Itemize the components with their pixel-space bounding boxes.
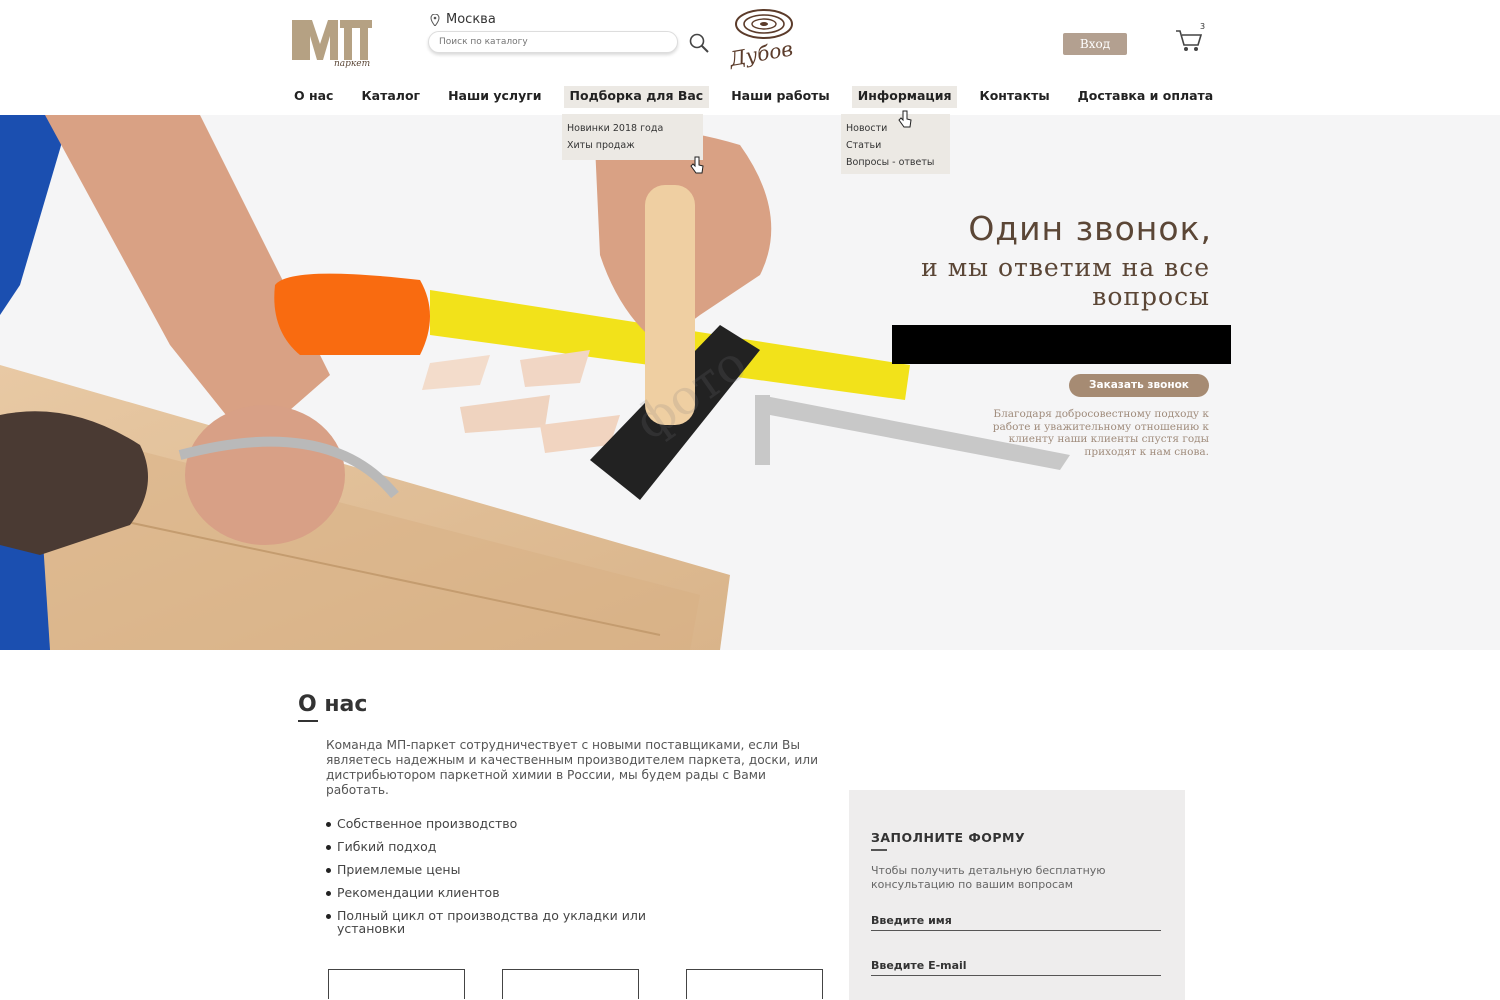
name-field[interactable]	[871, 911, 1161, 931]
redacted-phone	[892, 325, 1231, 364]
dropdown-item-bestsellers[interactable]: Хиты продаж	[567, 137, 697, 154]
hero-description: Благодаря добросовестному подходу к рабо…	[992, 408, 1209, 458]
dropdown-item-new-2018[interactable]: Новинки 2018 года	[567, 120, 697, 137]
dropdown-info: Новости Статьи Вопросы - ответы	[841, 114, 950, 174]
hero-banner: фото Один звонок, и мы ответим на все во…	[0, 115, 1500, 650]
list-item: Рекомендации клиентов	[326, 886, 666, 899]
feature-card[interactable]	[502, 969, 639, 999]
hero-title: Один звонок,	[968, 209, 1212, 248]
location-pin-icon	[430, 13, 440, 26]
dropdown-selection: Новинки 2018 года Хиты продаж	[562, 114, 703, 160]
cursor-pointer-icon	[690, 156, 704, 174]
login-button[interactable]: Вход	[1063, 33, 1127, 55]
list-item: Гибкий подход	[326, 840, 666, 853]
nav-item-selection[interactable]: Подборка для Вас	[563, 86, 710, 108]
about-text: Команда МП-паркет сотрудничествует с нов…	[326, 738, 819, 797]
feature-card[interactable]	[686, 969, 823, 999]
nav-item-catalog[interactable]: Каталог	[355, 86, 426, 108]
cart-count-badge: 3	[1200, 22, 1206, 31]
email-field[interactable]	[871, 956, 1161, 976]
brand-name: Дубов	[727, 36, 795, 71]
dropdown-item-faq[interactable]: Вопросы - ответы	[846, 154, 944, 171]
nav-item-info[interactable]: Информация	[851, 86, 958, 108]
nav-item-about[interactable]: О нас	[288, 86, 339, 108]
about-title-underline	[298, 720, 318, 722]
brand-logo-dubov[interactable]: Дубов	[724, 4, 798, 74]
hero-subtitle: и мы ответим на все вопросы	[921, 253, 1210, 311]
about-benefits-list: Собственное производство Гибкий подход П…	[326, 817, 666, 945]
logo[interactable]: паркет	[290, 14, 376, 70]
city-label: Москва	[446, 12, 496, 27]
feature-card[interactable]	[328, 969, 465, 999]
about-title: О нас	[298, 692, 368, 717]
main-nav: О нас Каталог Наши услуги Подборка для В…	[288, 86, 1235, 108]
nav-item-delivery[interactable]: Доставка и оплата	[1072, 86, 1220, 108]
consultation-form: ЗАПОЛНИТЕ ФОРМУ Чтобы получить детальную…	[849, 790, 1185, 1000]
list-item: Полный цикл от производства до укладки и…	[326, 909, 666, 935]
nav-item-works[interactable]: Наши работы	[725, 86, 836, 108]
dropdown-item-articles[interactable]: Статьи	[846, 137, 944, 154]
logo-caption: паркет	[334, 59, 370, 69]
list-item: Приемлемые цены	[326, 863, 666, 876]
form-subtitle: Чтобы получить детальную бесплатную конс…	[871, 864, 1106, 891]
dropdown-item-news[interactable]: Новости	[846, 120, 944, 137]
cursor-pointer-icon	[898, 110, 912, 128]
city-selector[interactable]: Москва	[430, 12, 496, 27]
list-item: Собственное производство	[326, 817, 666, 830]
nav-item-services[interactable]: Наши услуги	[442, 86, 547, 108]
form-title: ЗАПОЛНИТЕ ФОРМУ	[871, 830, 1026, 845]
nav-item-contacts[interactable]: Контакты	[973, 86, 1055, 108]
search-icon[interactable]	[688, 32, 710, 54]
order-call-button[interactable]: Заказать звонок	[1069, 374, 1209, 397]
search-input[interactable]	[428, 31, 678, 53]
form-title-underline	[871, 849, 887, 851]
